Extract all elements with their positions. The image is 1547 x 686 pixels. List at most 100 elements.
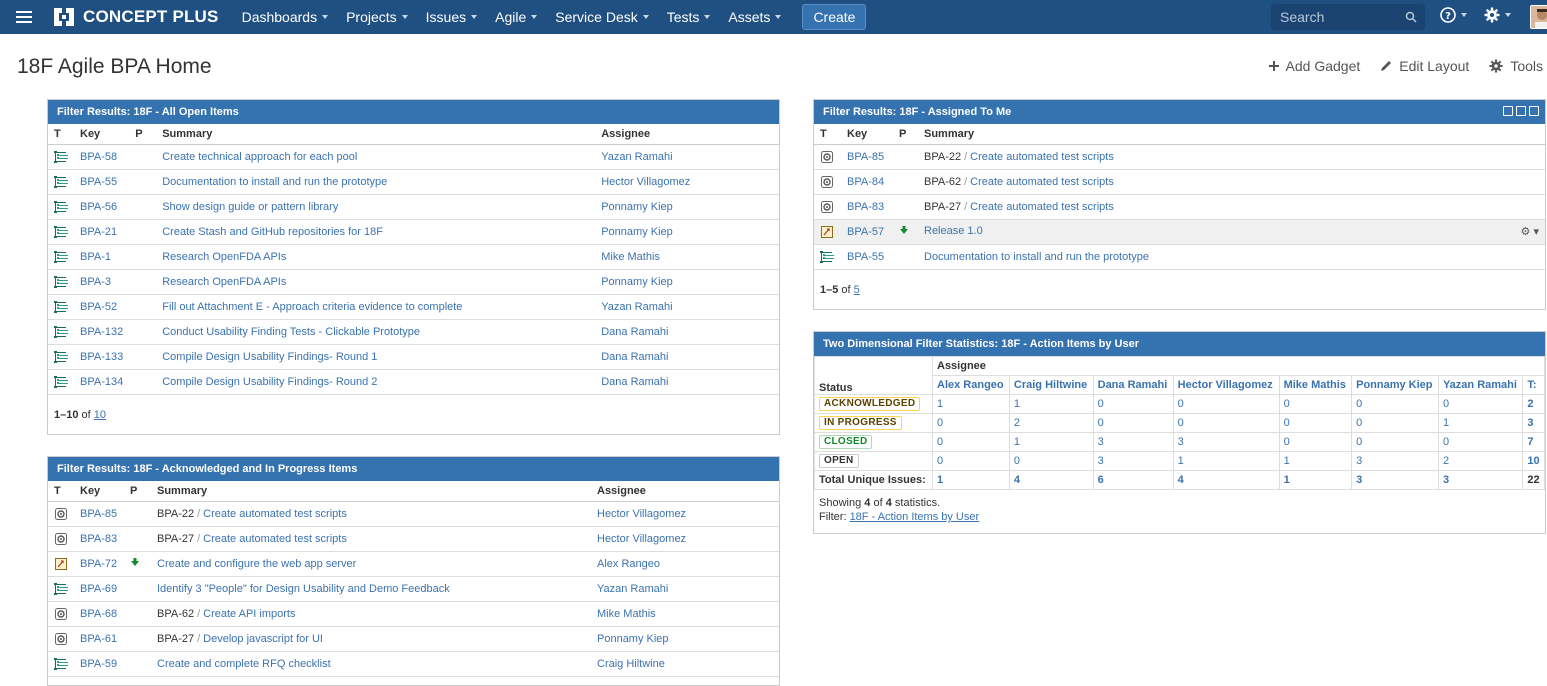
count-link[interactable]: 0 (1284, 398, 1290, 410)
issue-key-link[interactable]: BPA-85 (80, 508, 117, 520)
total-count-link[interactable]: 4 (1014, 474, 1020, 486)
issue-key-link[interactable]: BPA-3 (80, 276, 111, 288)
total-count-link[interactable]: 4 (1178, 474, 1184, 486)
table-row[interactable]: BPA-68 BPA-62/Create API imports Mike Math… (48, 601, 779, 627)
issue-key-link[interactable]: BPA-83 (80, 533, 117, 545)
pager-total-link[interactable]: 5 (854, 284, 860, 296)
assignee-link[interactable]: Craig Hiltwine (597, 658, 665, 670)
issue-key-link[interactable]: BPA-133 (80, 351, 123, 363)
parent-issue-link[interactable]: BPA-27 (924, 201, 961, 213)
count-link[interactable]: 0 (937, 455, 943, 467)
count-link[interactable]: 3 (1098, 436, 1104, 448)
issue-summary-link[interactable]: Create technical approach for each pool (162, 151, 357, 163)
issue-summary-link[interactable]: Conduct Usability Finding Tests - Clicka… (162, 326, 420, 338)
issue-summary-link[interactable]: Create and configure the web app server (157, 558, 356, 570)
issue-key-link[interactable]: BPA-85 (847, 151, 884, 163)
assignee-column-header[interactable]: Hector Villagomez (1172, 375, 1280, 395)
column-header[interactable]: Summary (151, 481, 591, 502)
total-count-link[interactable]: 6 (1098, 474, 1104, 486)
count-link[interactable]: 1 (1014, 398, 1020, 410)
count-link[interactable]: 0 (937, 417, 943, 429)
assignee-link[interactable]: Mike Mathis (601, 251, 660, 263)
search-input[interactable]: Search (1271, 4, 1425, 30)
issue-key-link[interactable]: BPA-21 (80, 226, 117, 238)
assignee-link[interactable]: Dana Ramahi (601, 376, 668, 388)
count-link[interactable]: 0 (1443, 398, 1449, 410)
issue-summary-link[interactable]: Identify 3 "People" for Design Usability… (157, 583, 450, 595)
assignee-link[interactable]: Hector Villagomez (601, 176, 690, 188)
assignee-column-header[interactable]: Mike Mathis (1278, 375, 1353, 395)
issue-summary-link[interactable]: Create automated test scripts (203, 533, 347, 545)
issue-summary-link[interactable]: Show design guide or pattern library (162, 201, 338, 213)
gadget-menu-icon[interactable] (1529, 106, 1539, 116)
gadget-title[interactable]: Filter Results: 18F - Acknowledged and I… (48, 457, 779, 481)
assignee-link[interactable]: Ponnamy Kiep (601, 201, 673, 213)
count-link[interactable]: 3 (1527, 417, 1533, 429)
issue-key-link[interactable]: BPA-52 (80, 301, 117, 313)
issue-key-link[interactable]: BPA-84 (847, 176, 884, 188)
issue-key-link[interactable]: BPA-134 (80, 376, 123, 388)
issue-summary-link[interactable]: Research OpenFDA APIs (162, 251, 286, 263)
nav-service-desk[interactable]: Service Desk (546, 0, 657, 34)
issue-key-link[interactable]: BPA-68 (80, 608, 117, 620)
issue-key-link[interactable]: BPA-57 (847, 226, 884, 238)
table-row[interactable]: BPA-85 BPA-22/Create automated test scrip… (48, 501, 779, 527)
total-count-link[interactable]: 3 (1443, 474, 1449, 486)
table-row[interactable]: BPA-133 Compile Design Usability Findings… (48, 344, 779, 370)
count-link[interactable]: 1 (1284, 455, 1290, 467)
edit-layout-button[interactable]: Edit Layout (1380, 58, 1469, 74)
issue-summary-link[interactable]: Create automated test scripts (970, 201, 1114, 213)
table-row[interactable]: BPA-21 Create Stash and GitHub repositori… (48, 219, 779, 245)
assignee-column-header[interactable]: Dana Ramahi (1092, 375, 1174, 395)
issue-summary-link[interactable]: Fill out Attachment E - Approach criteri… (162, 301, 462, 313)
assignee-link[interactable]: Alex Rangeo (597, 558, 660, 570)
count-link[interactable]: 0 (1356, 417, 1362, 429)
column-header[interactable]: T (814, 124, 841, 145)
issue-summary-link[interactable]: Compile Design Usability Findings- Round… (162, 376, 377, 388)
parent-issue-link[interactable]: BPA-22 (924, 151, 961, 163)
table-row[interactable]: BPA-55 Documentation to install and run t… (48, 169, 779, 195)
brand-logo[interactable]: CONCEPT PLUS (52, 6, 219, 28)
issue-key-link[interactable]: BPA-56 (80, 201, 117, 213)
nav-assets[interactable]: Assets (719, 0, 790, 34)
count-link[interactable]: 0 (1284, 436, 1290, 448)
count-link[interactable]: 3 (1356, 455, 1362, 467)
nav-projects[interactable]: Projects (337, 0, 417, 34)
column-header[interactable]: Key (74, 124, 130, 145)
count-link[interactable]: 0 (1014, 455, 1020, 467)
count-link[interactable]: 0 (1356, 398, 1362, 410)
total-count-link[interactable]: 1 (1284, 474, 1290, 486)
table-row[interactable]: BPA-85 BPA-22/Create automated test scrip… (814, 144, 1545, 170)
count-link[interactable]: 1 (1443, 417, 1449, 429)
table-row[interactable]: BPA-132 Conduct Usability Finding Tests -… (48, 319, 779, 345)
move-icon[interactable] (1503, 106, 1513, 116)
count-link[interactable]: 0 (1356, 436, 1362, 448)
assignee-link[interactable]: Hector Villagomez (597, 508, 686, 520)
table-row[interactable]: BPA-134 Compile Design Usability Findings… (48, 369, 779, 395)
count-link[interactable]: 1 (937, 398, 943, 410)
table-row[interactable]: BPA-59 Create and complete RFQ checklist C… (48, 651, 779, 677)
table-row[interactable]: BPA-83 BPA-27/Create automated test scrip… (48, 526, 779, 552)
help-menu[interactable]: ? (1440, 7, 1467, 23)
gadget-title[interactable]: Filter Results: 18F - All Open Items (48, 100, 779, 124)
maximize-icon[interactable] (1516, 106, 1526, 116)
total-count-link[interactable]: 3 (1356, 474, 1362, 486)
gadget-title[interactable]: Filter Results: 18F - Assigned To Me (814, 100, 1545, 124)
filter-link[interactable]: 18F - Action Items by User (850, 511, 980, 523)
issue-summary-link[interactable]: Create automated test scripts (203, 508, 347, 520)
table-row[interactable]: BPA-55 Documentation to install and run t… (814, 244, 1545, 270)
gadget-title[interactable]: Two Dimensional Filter Statistics: 18F -… (814, 332, 1545, 356)
issue-key-link[interactable]: BPA-1 (80, 251, 111, 263)
assignee-link[interactable]: Ponnamy Kiep (601, 226, 673, 238)
table-row[interactable]: BPA-58 Create technical approach for each… (48, 144, 779, 170)
count-link[interactable]: 0 (1284, 417, 1290, 429)
add-gadget-button[interactable]: Add Gadget (1268, 58, 1360, 74)
create-button[interactable]: Create (802, 4, 867, 30)
issue-key-link[interactable]: BPA-55 (847, 251, 884, 263)
column-header[interactable]: T (48, 481, 74, 502)
row-actions-gear-icon[interactable]: ⚙ ▾ (1521, 225, 1539, 238)
count-link[interactable]: 1 (1178, 455, 1184, 467)
assignee-column-header[interactable]: T: (1522, 375, 1545, 395)
settings-menu[interactable] (1484, 7, 1511, 23)
parent-issue-link[interactable]: BPA-22 (157, 508, 194, 520)
